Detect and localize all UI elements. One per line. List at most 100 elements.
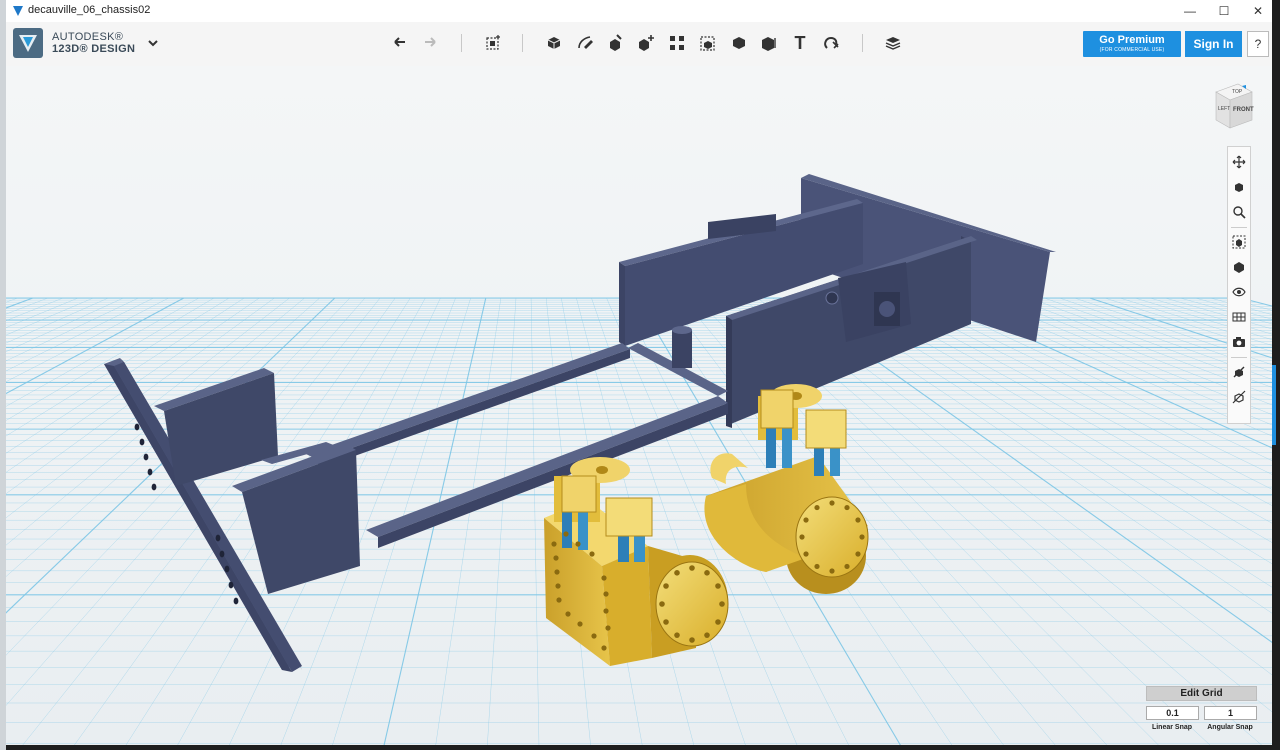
construct-icon	[610, 34, 622, 51]
text-button[interactable]: T	[789, 32, 811, 54]
fit-button[interactable]	[1230, 233, 1248, 251]
bolt	[704, 632, 710, 638]
edit-grid-button[interactable]: Edit Grid	[1146, 686, 1257, 701]
material-button[interactable]	[882, 32, 904, 54]
chassis-post	[672, 330, 692, 368]
bolt	[719, 601, 725, 607]
view-cube[interactable]: TOP LEFT FRONT	[1202, 78, 1258, 134]
3d-viewport[interactable]: TOP LEFT FRONT Edit Grid 0.1 1 Linear Sn…	[6, 66, 1272, 745]
grouping-icon	[700, 36, 715, 51]
bolt	[663, 583, 669, 589]
bolt	[689, 637, 695, 643]
fit-icon	[1232, 235, 1246, 249]
primitives-icon	[547, 37, 561, 49]
orbit-button[interactable]	[1230, 178, 1248, 196]
measure-button[interactable]	[758, 32, 780, 54]
premium-sublabel: (FOR COMMERCIAL USE)	[1099, 47, 1165, 53]
measure-icon	[762, 37, 776, 51]
app-window: decauville_06_chassis02 — ☐ ✕ AUTODESK® …	[6, 0, 1272, 745]
bolt	[855, 517, 861, 523]
text-icon: T	[794, 32, 806, 53]
combine-button[interactable]	[728, 32, 750, 54]
zoom-button[interactable]	[1230, 203, 1248, 221]
bolt	[715, 583, 721, 589]
modify-button[interactable]	[635, 32, 657, 54]
bolt	[829, 568, 835, 574]
sign-in-button[interactable]: Sign In	[1185, 31, 1242, 57]
screenshot-button[interactable]	[1230, 333, 1248, 351]
bolt	[674, 632, 680, 638]
sketch-button[interactable]	[574, 32, 596, 54]
scrollbar-thumb[interactable]	[1272, 365, 1276, 445]
sketch-icon	[578, 36, 593, 49]
visibility-button[interactable]	[1230, 283, 1248, 301]
bolt	[855, 551, 861, 557]
linear-snap-field[interactable]: 0.1	[1146, 706, 1199, 720]
toolbar-divider	[522, 34, 523, 52]
main-toolbar: AUTODESK® 123D® DESIGN T Go Premium (FOR…	[6, 22, 1272, 67]
navigation-bar	[1227, 146, 1251, 424]
undo-icon	[394, 37, 405, 47]
visibility-icon	[1232, 287, 1246, 297]
perspective-icon	[1232, 390, 1246, 404]
linear-snap-label: Linear Snap	[1151, 724, 1193, 731]
pan-button[interactable]	[1230, 153, 1248, 171]
snap-button[interactable]	[820, 32, 842, 54]
primitives-button[interactable]	[543, 32, 565, 54]
undo-button[interactable]	[389, 32, 411, 54]
snap-grid-button[interactable]	[1230, 363, 1248, 381]
angular-snap-field[interactable]: 1	[1204, 706, 1257, 720]
app-logo-icon	[13, 6, 23, 16]
view-solid-button[interactable]	[1230, 258, 1248, 276]
materials-button[interactable]	[1230, 308, 1248, 326]
transform-button[interactable]	[482, 32, 504, 54]
autodesk-logo-icon	[13, 28, 43, 58]
screenshot-icon	[1233, 337, 1245, 347]
orbit-icon	[1235, 183, 1243, 192]
cylinder-end-cover	[795, 496, 869, 578]
bolt	[674, 570, 680, 576]
snap-icon	[824, 36, 839, 49]
go-premium-button[interactable]: Go Premium (FOR COMMERCIAL USE)	[1083, 31, 1181, 57]
redo-icon	[425, 37, 436, 47]
bolt	[663, 619, 669, 625]
help-button[interactable]: ?	[1247, 31, 1269, 57]
brand-line2: 123D® DESIGN	[52, 43, 136, 55]
viewcube-front-label[interactable]: FRONT	[1233, 107, 1254, 113]
chevron-down-icon[interactable]	[146, 36, 160, 50]
construct-button[interactable]	[604, 32, 626, 54]
minimize-button[interactable]: —	[1174, 0, 1206, 22]
snap-grid-icon	[1233, 366, 1245, 378]
title-bar: decauville_06_chassis02 — ☐ ✕	[6, 0, 1272, 23]
toolbar-divider	[461, 34, 462, 52]
materials-icon	[1232, 312, 1246, 322]
maximize-button[interactable]: ☐	[1208, 0, 1240, 22]
bolt	[859, 534, 865, 540]
viewcube-top-label[interactable]: TOP	[1232, 89, 1243, 95]
brand-line1: AUTODESK®	[52, 31, 124, 43]
bolt	[799, 534, 805, 540]
zoom-icon	[1233, 206, 1246, 219]
desktop-right-edge	[1272, 0, 1280, 750]
bolt	[844, 563, 850, 570]
steam-chest-front	[605, 497, 653, 537]
bolt	[659, 601, 665, 607]
redo-button[interactable]	[419, 32, 441, 54]
transform-icon	[486, 35, 500, 50]
perspective-button[interactable]	[1230, 388, 1248, 406]
grid-settings-panel: Edit Grid 0.1 1 Linear Snap Angular Snap	[1146, 686, 1258, 736]
scene-canvas[interactable]	[6, 66, 1272, 745]
bolt	[814, 504, 820, 511]
bolt	[814, 563, 820, 570]
premium-label: Go Premium	[1099, 34, 1165, 46]
cylinder-front-cover	[655, 561, 729, 647]
grouping-button[interactable]	[697, 32, 719, 54]
viewcube-left-label[interactable]: LEFT	[1218, 106, 1230, 112]
bolt	[844, 504, 850, 511]
material-icon	[885, 37, 901, 50]
pattern-button[interactable]	[666, 32, 688, 54]
toolbar-divider	[862, 34, 863, 52]
modify-icon	[639, 35, 654, 51]
bolt	[803, 517, 809, 523]
close-button[interactable]: ✕	[1242, 0, 1272, 22]
